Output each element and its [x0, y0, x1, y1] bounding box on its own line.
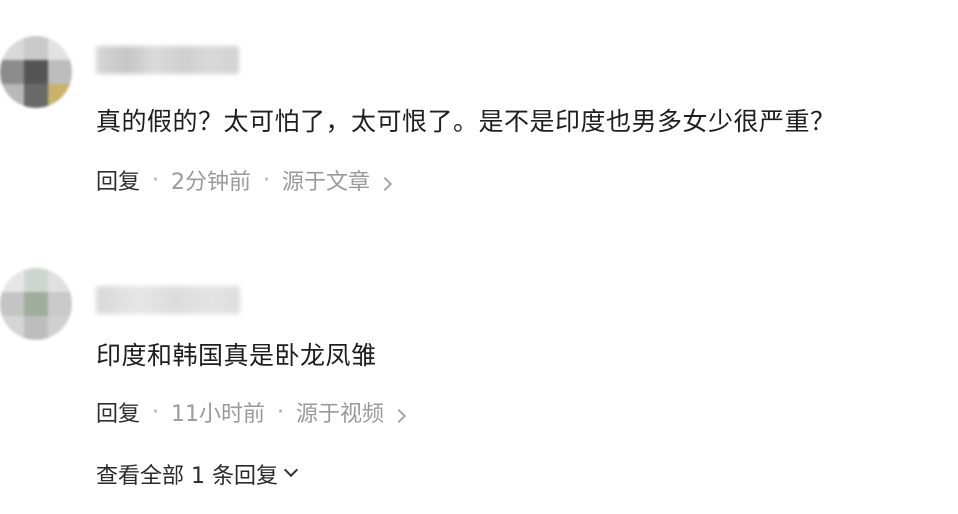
- chevron-right-icon: [377, 176, 393, 192]
- separator-dot: ·: [152, 167, 160, 193]
- view-all-replies-label: 查看全部 1 条回复: [96, 464, 278, 489]
- chevron-down-icon: [283, 462, 299, 478]
- comment-meta: 回复 · 11小时前 · 源于视频: [96, 396, 407, 428]
- comment-text: 印度和韩国真是卧龙凤雏: [96, 341, 377, 370]
- view-all-replies-button[interactable]: 查看全部 1 条回复: [96, 458, 299, 490]
- reply-button[interactable]: 回复: [96, 396, 140, 428]
- comment-item: 印度和韩国真是卧龙凤雏 回复 · 11小时前 · 源于视频 查看全部 1 条回复: [0, 262, 958, 514]
- avatar[interactable]: [0, 268, 72, 340]
- comment-meta: 回复 · 2分钟前 · 源于文章: [96, 164, 393, 196]
- comment-text: 真的假的？太可怕了，太可恨了。是不是印度也男多女少很严重？: [96, 107, 836, 136]
- comment-time: 11小时前: [171, 402, 266, 427]
- username-blurred[interactable]: [96, 46, 239, 74]
- avatar[interactable]: [0, 36, 72, 108]
- comment-time: 2分钟前: [171, 170, 252, 195]
- source-label: 源于文章: [282, 170, 371, 195]
- source-link[interactable]: 源于文章: [282, 164, 393, 196]
- separator-dot: ·: [152, 399, 160, 425]
- source-link[interactable]: 源于视频: [296, 396, 407, 428]
- chevron-right-icon: [391, 408, 407, 424]
- username-blurred[interactable]: [96, 286, 240, 314]
- separator-dot: ·: [263, 167, 271, 193]
- separator-dot: ·: [277, 399, 285, 425]
- source-label: 源于视频: [296, 402, 385, 427]
- comment-item: 真的假的？太可怕了，太可恨了。是不是印度也男多女少很严重？ 回复 · 2分钟前 …: [0, 0, 958, 240]
- reply-button[interactable]: 回复: [96, 164, 140, 196]
